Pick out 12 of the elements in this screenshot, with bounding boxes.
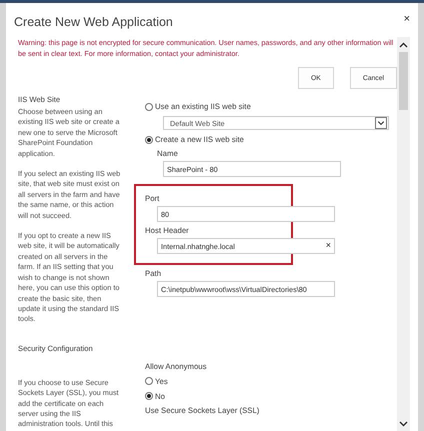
clear-button[interactable]: × <box>326 240 331 251</box>
scrollbar-thumb[interactable] <box>399 52 408 110</box>
close-button[interactable]: × <box>404 13 410 25</box>
radio-button[interactable] <box>145 392 153 400</box>
chevron-down-icon[interactable] <box>375 117 387 129</box>
chevron-down-icon[interactable] <box>399 421 408 427</box>
radio-button[interactable] <box>145 102 153 110</box>
chevron-up-icon[interactable] <box>399 42 408 48</box>
scrollbar[interactable] <box>397 37 410 431</box>
dialog-title: Create New Web Application <box>14 15 173 29</box>
radio-button[interactable] <box>145 136 153 144</box>
radio-button[interactable] <box>145 377 153 386</box>
